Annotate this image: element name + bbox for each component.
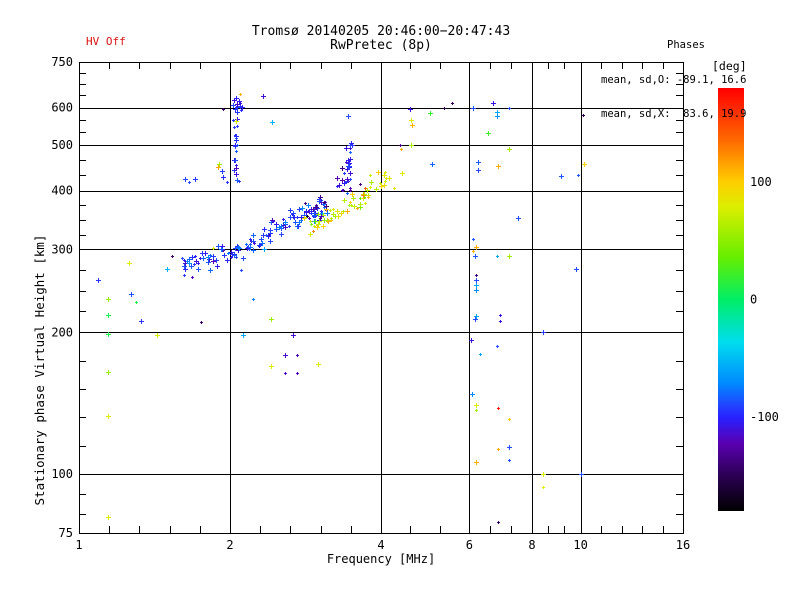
svg-text:0: 0 — [750, 293, 757, 307]
ionogram-screen: 750 600 500 400 300 200 100 75 1 2 4 6 8 10 16 100 0 -100… — [0, 0, 800, 600]
phases-mean-x: mean, sd,X: 83.6, 19.9 — [601, 108, 747, 121]
svg-text:200: 200 — [51, 325, 73, 339]
svg-text:4: 4 — [377, 538, 384, 552]
svg-text:6: 6 — [466, 538, 473, 552]
svg-text:600: 600 — [51, 101, 73, 115]
svg-text:1: 1 — [75, 538, 82, 552]
svg-text:10: 10 — [573, 538, 587, 552]
svg-text:8: 8 — [528, 538, 535, 552]
svg-text:400: 400 — [51, 184, 73, 198]
plot-subtitle: RwPretec (8p) — [330, 38, 432, 53]
svg-text:16: 16 — [676, 538, 690, 552]
phases-summary: Phases mean, sd,O: -89.1, 16.6 mean, sd,… — [601, 17, 771, 144]
svg-text:2: 2 — [226, 538, 233, 552]
svg-text:100: 100 — [51, 467, 73, 481]
svg-text:300: 300 — [51, 242, 73, 256]
phases-title: Phases — [667, 39, 705, 52]
svg-text:-100: -100 — [750, 410, 779, 424]
hv-status-label: HV Off — [86, 35, 126, 48]
x-axis-title: Frequency [MHz] — [326, 552, 436, 566]
phases-mean-o: mean, sd,O: -89.1, 16.6 — [601, 73, 747, 86]
colorbar-unit-label: [deg] — [712, 59, 747, 73]
svg-text:750: 750 — [51, 55, 73, 69]
y-axis-title: Stationary phase Virtual Height [km] — [32, 234, 48, 506]
svg-text:500: 500 — [51, 138, 73, 152]
svg-text:100: 100 — [750, 175, 772, 189]
svg-text:75: 75 — [59, 526, 73, 540]
